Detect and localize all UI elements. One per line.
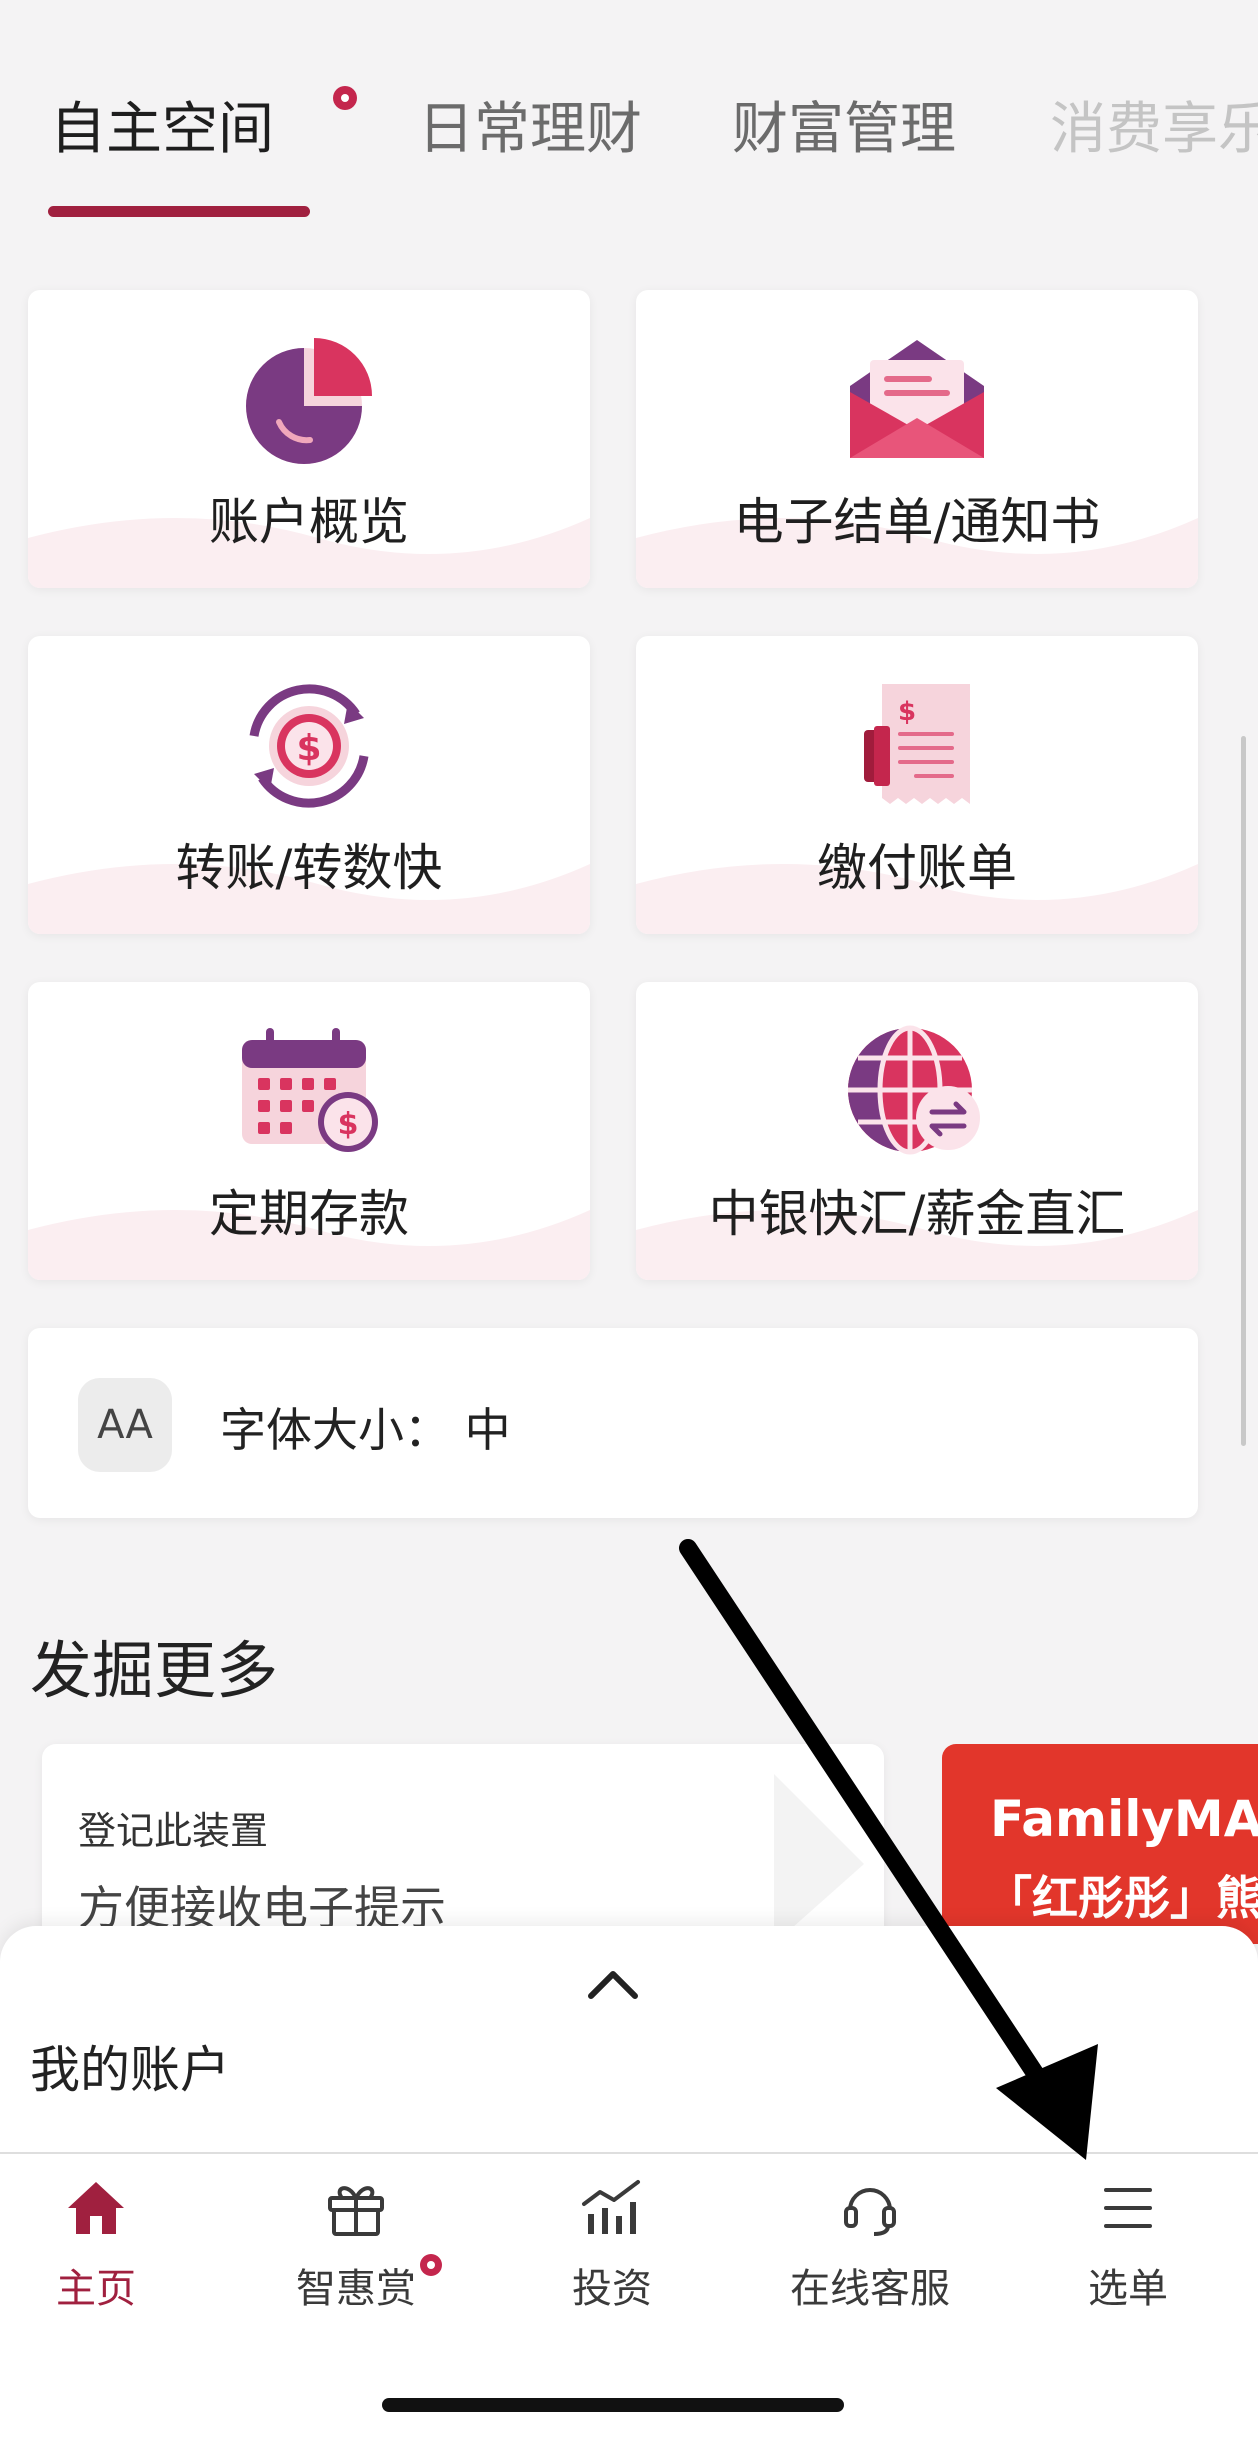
tile-transfer-fps[interactable]: $ 转账/转数快 — [28, 636, 590, 934]
tile-label: 电子结单/通知书 — [733, 493, 1101, 551]
nav-label: 选单 — [1088, 2266, 1168, 2312]
chevron-right-icon — [774, 1774, 864, 1944]
promo-card-register-device[interactable]: 登记此装置 方便接收电子提示 — [42, 1744, 884, 1944]
tile-label: 中银快汇/薪金直汇 — [708, 1185, 1126, 1243]
nav-label: 在线客服 — [790, 2266, 950, 2312]
bill-receipt-icon: $ — [864, 684, 970, 804]
tab-daily-finance[interactable]: 日常理财 — [418, 92, 642, 168]
home-indicator — [382, 2398, 844, 2412]
rewards-notification-dot — [420, 2254, 442, 2276]
globe-exchange-icon — [848, 1025, 980, 1155]
tab-notification-dot — [333, 86, 357, 110]
tile-label: 缴付账单 — [817, 839, 1017, 897]
tab-consumption[interactable]: 消费享乐 — [1050, 92, 1258, 168]
promo-line1: FamilyMAX — [990, 1790, 1258, 1848]
pie-chart-icon — [246, 338, 372, 464]
nav-online-service[interactable]: 在线客服 — [744, 2178, 996, 2318]
svg-text:$: $ — [338, 1107, 359, 1142]
tile-e-statements[interactable]: 电子结单/通知书 — [636, 290, 1198, 588]
section-title-discover: 发掘更多 — [30, 1634, 279, 1707]
tile-account-overview[interactable]: 账户概览 — [28, 290, 590, 588]
nav-label: 智惠赏 — [296, 2266, 416, 2312]
tab-self-space[interactable]: 自主空间 — [50, 92, 274, 168]
nav-menu[interactable]: 选单 — [1002, 2178, 1254, 2318]
tile-time-deposit[interactable]: $ 定期存款 — [28, 982, 590, 1280]
tile-remittance[interactable]: 中银快汇/薪金直汇 — [636, 982, 1198, 1280]
headset-icon — [844, 2188, 896, 2236]
chevron-up-icon[interactable] — [585, 1964, 641, 2004]
tile-label: 转账/转数快 — [175, 839, 443, 897]
nav-home[interactable]: 主页 — [0, 2178, 222, 2318]
promo-title: 登记此装置 — [78, 1809, 269, 1853]
tab-wealth-management[interactable]: 财富管理 — [732, 92, 956, 168]
font-size-icon: AA — [78, 1378, 172, 1472]
tile-label: 定期存款 — [209, 1185, 409, 1243]
gift-icon — [328, 2186, 384, 2236]
envelope-icon — [850, 340, 984, 458]
nav-rewards[interactable]: 智惠赏 — [230, 2178, 482, 2318]
font-size-setting[interactable]: AA 字体大小： 中 — [28, 1328, 1198, 1518]
tile-pay-bills[interactable]: $ 缴付账单 — [636, 636, 1198, 934]
nav-label: 主页 — [56, 2266, 136, 2312]
hamburger-menu-icon — [1104, 2188, 1152, 2228]
active-tab-indicator — [48, 206, 310, 217]
promo-card-familymax[interactable]: FamilyMAX 「红彤彤」熊猫 — [942, 1744, 1258, 1944]
home-icon — [68, 2182, 124, 2234]
divider — [0, 2152, 1258, 2154]
nav-label: 投资 — [572, 2266, 652, 2312]
tile-label: 账户概览 — [209, 493, 409, 551]
scrollbar[interactable] — [1241, 736, 1246, 1446]
svg-text:$: $ — [296, 728, 321, 769]
promo-line2: 「红彤彤」熊猫 — [986, 1871, 1258, 1925]
sheet-title: 我的账户 — [30, 2041, 230, 2099]
font-size-label: 字体大小： 中 — [220, 1403, 511, 1457]
nav-investment[interactable]: 投资 — [486, 2178, 738, 2318]
calendar-dollar-icon: $ — [242, 1028, 378, 1152]
dollar-transfer-icon: $ — [249, 684, 369, 808]
svg-text:$: $ — [898, 697, 916, 727]
investment-chart-icon — [582, 2180, 640, 2234]
